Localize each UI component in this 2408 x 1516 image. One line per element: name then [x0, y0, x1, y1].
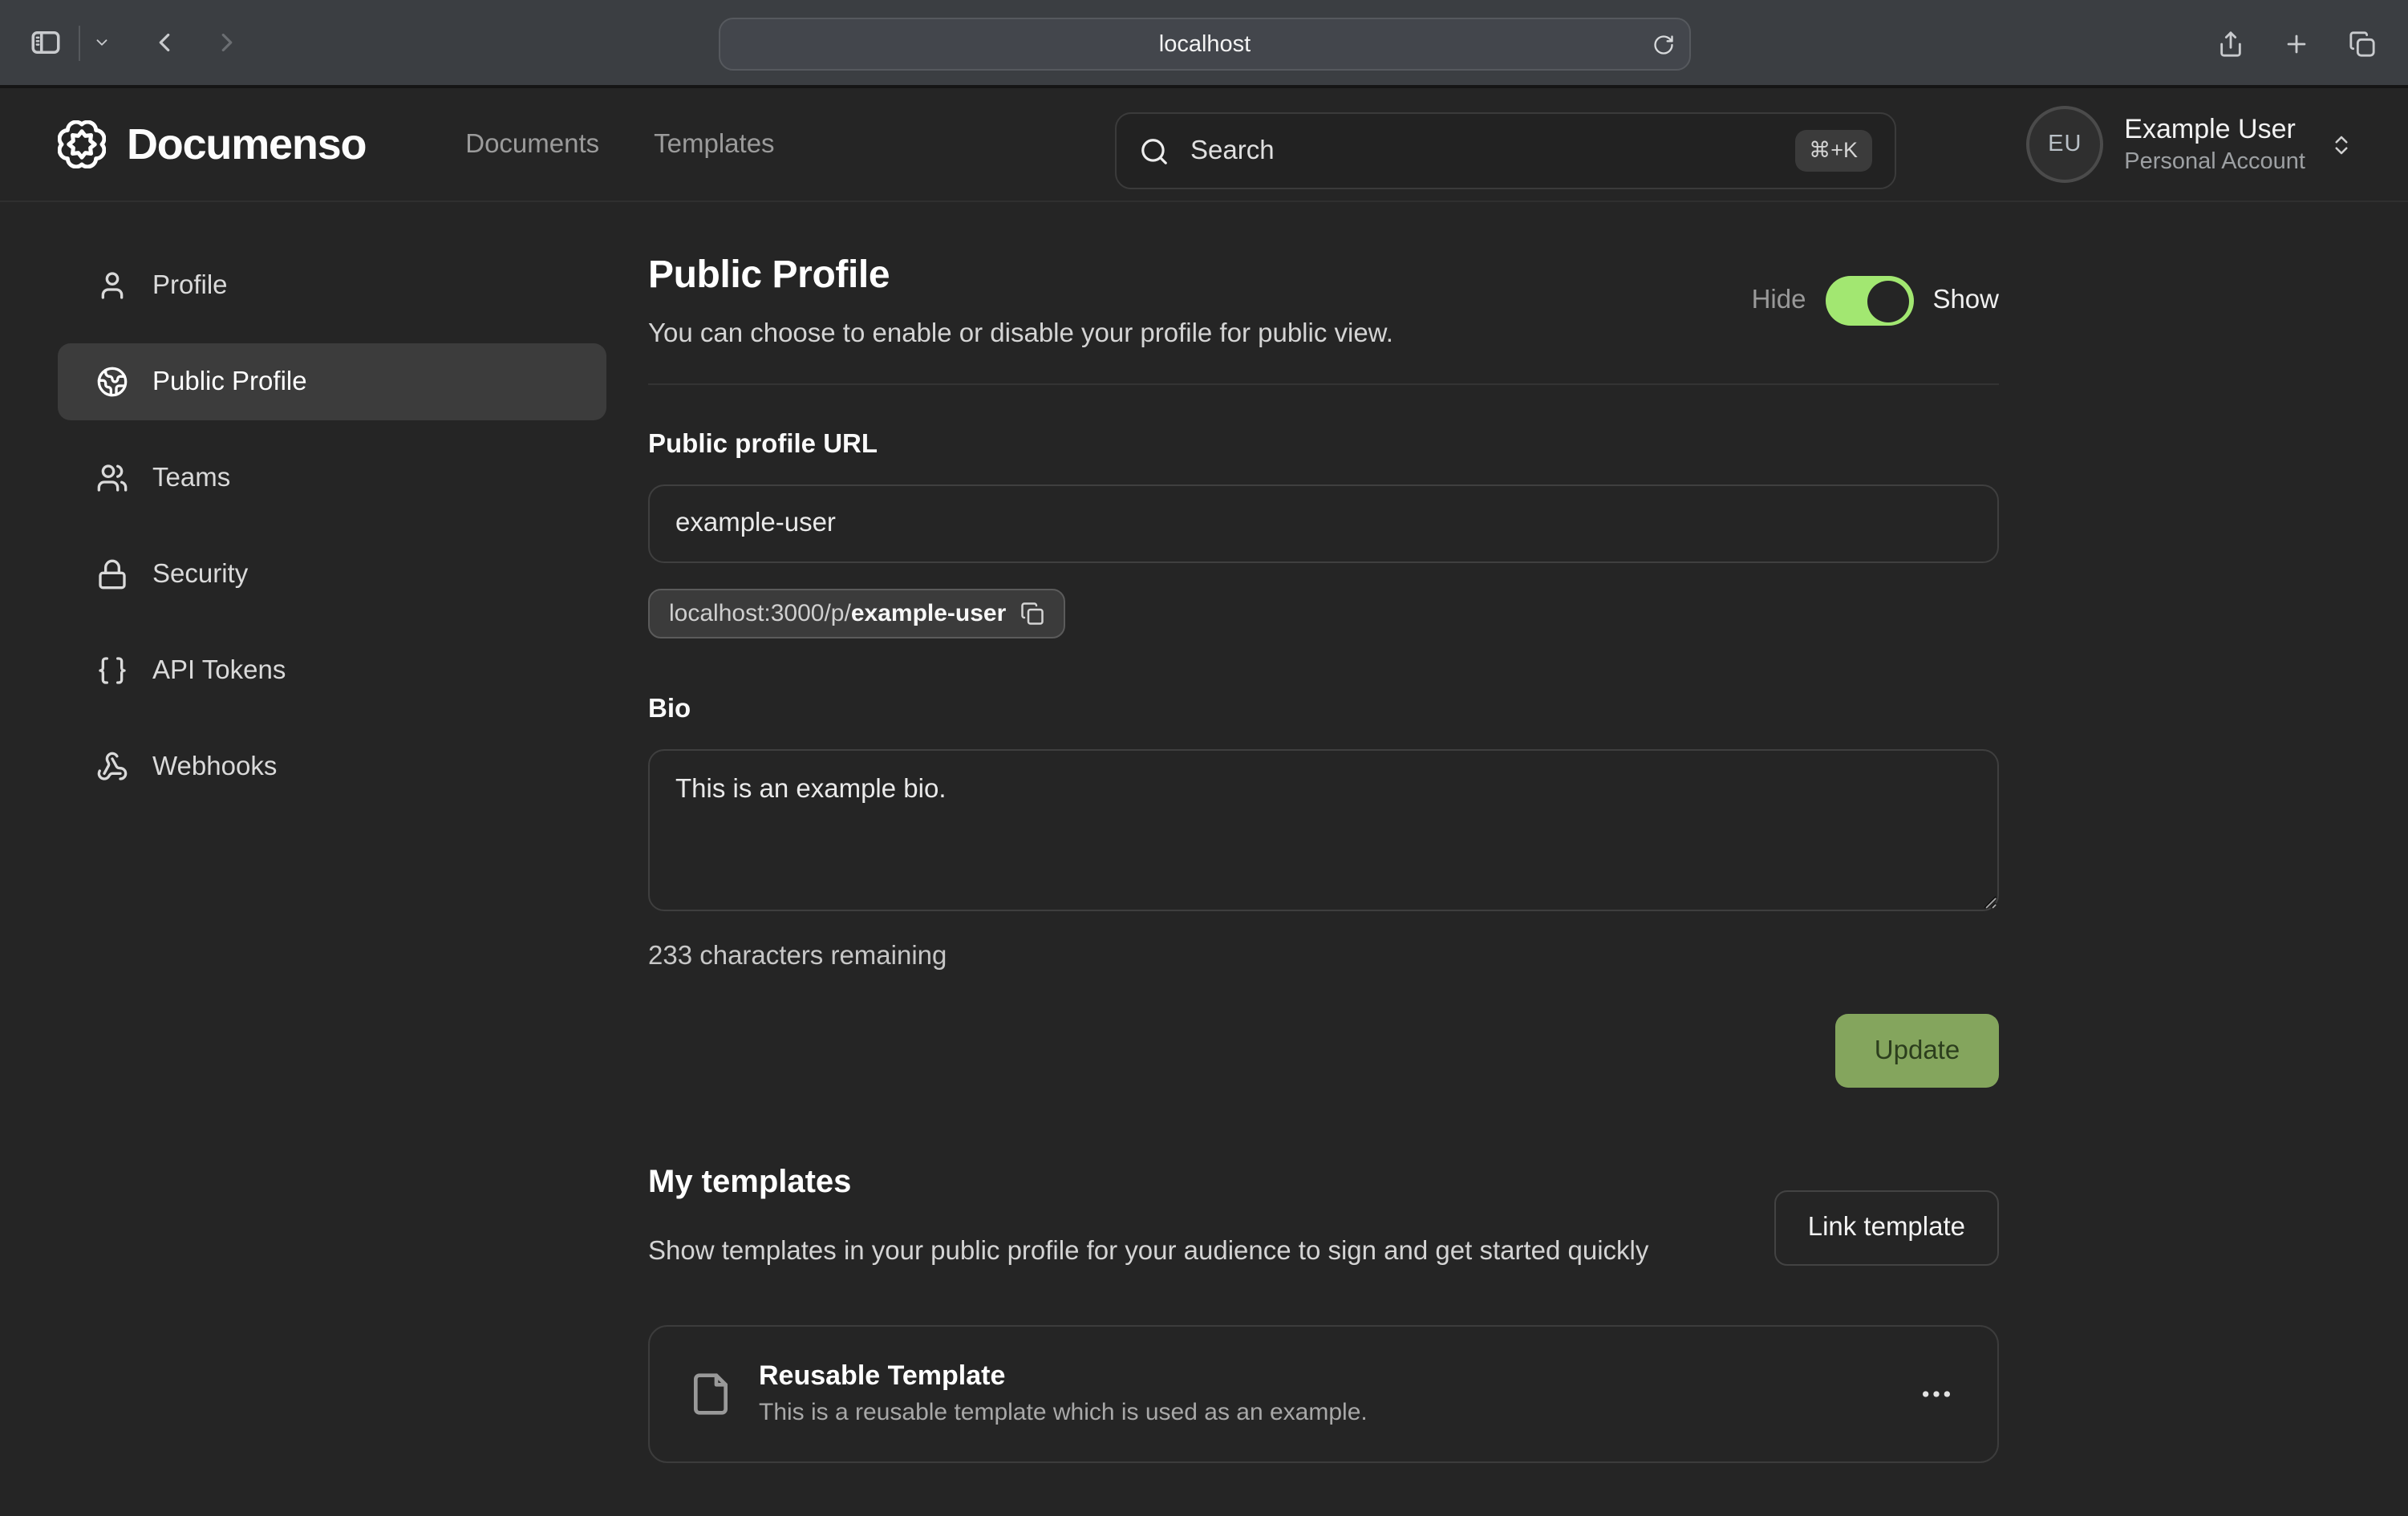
account-menu-trigger[interactable]: EU Example User Personal Account: [2026, 106, 2353, 183]
browser-toolbar: localhost: [0, 0, 2408, 88]
share-icon[interactable]: [2217, 30, 2244, 58]
file-icon: [688, 1371, 733, 1416]
user-icon: [96, 270, 128, 302]
sidebar-item-label: Teams: [152, 463, 230, 493]
copy-icon[interactable]: [1020, 602, 1044, 626]
account-name: Example User: [2124, 114, 2305, 147]
toggle-hide-label: Hide: [1752, 286, 1806, 316]
sidebar-item-label: Profile: [152, 270, 228, 301]
sidebar-item-webhooks[interactable]: Webhooks: [58, 728, 606, 805]
public-profile-url-input[interactable]: [648, 484, 1999, 563]
profile-visibility-toggle[interactable]: [1825, 276, 1913, 326]
sidebar-menu-chevron-icon[interactable]: [93, 34, 111, 51]
page-title: Public Profile: [648, 253, 1393, 298]
update-button[interactable]: Update: [1835, 1014, 1999, 1088]
sidebar-item-label: Public Profile: [152, 367, 307, 397]
avatar: EU: [2026, 106, 2103, 183]
back-icon[interactable]: [149, 27, 180, 58]
sidebar-item-public-profile[interactable]: Public Profile: [58, 343, 606, 420]
public-profile-url-label: Public profile URL: [648, 430, 1999, 460]
forward-icon[interactable]: [212, 27, 242, 58]
settings-content: Public Profile You can choose to enable …: [648, 247, 1999, 1462]
braces-icon: [96, 655, 128, 687]
search-icon: [1139, 136, 1170, 166]
page-subtitle: You can choose to enable or disable your…: [648, 319, 1393, 350]
section-divider: [648, 383, 1999, 385]
template-description: This is a reusable template which is use…: [759, 1399, 1368, 1426]
search-shortcut-badge: ⌘+K: [1794, 130, 1872, 172]
lock-icon: [96, 558, 128, 590]
users-icon: [96, 462, 128, 494]
sidebar-item-api-tokens[interactable]: API Tokens: [58, 632, 606, 709]
bio-label: Bio: [648, 695, 1999, 725]
template-menu-icon[interactable]: [1914, 1379, 1959, 1408]
globe-icon: [96, 366, 128, 398]
account-type: Personal Account: [2124, 149, 2305, 175]
sidebar-item-label: Security: [152, 559, 248, 590]
documenso-logo-icon: [58, 120, 106, 168]
bio-textarea[interactable]: This is an example bio.: [648, 749, 1999, 911]
toolbar-divider: [79, 25, 80, 60]
reload-icon[interactable]: [1652, 33, 1675, 55]
my-templates-description: Show templates in your public profile fo…: [648, 1230, 1779, 1273]
sidebar-toggle-icon[interactable]: [29, 26, 63, 59]
brand-logo[interactable]: Documenso: [58, 120, 366, 169]
new-tab-icon[interactable]: [2283, 30, 2310, 58]
search-input[interactable]: [1187, 134, 1777, 168]
sidebar-item-security[interactable]: Security: [58, 536, 606, 613]
characters-remaining: 233 characters remaining: [648, 942, 1999, 972]
sidebar-item-teams[interactable]: Teams: [58, 440, 606, 517]
template-name: Reusable Template: [759, 1360, 1368, 1392]
chevrons-up-down-icon: [2329, 132, 2353, 156]
webhook-icon: [96, 751, 128, 783]
profile-link-text: localhost:3000/p/example-user: [669, 600, 1006, 627]
search-bar[interactable]: ⌘+K: [1115, 112, 1896, 189]
settings-nav: Profile Public Profile: [58, 247, 606, 1462]
sidebar-item-label: Webhooks: [152, 752, 277, 782]
toggle-knob: [1867, 280, 1909, 322]
template-card: Reusable Template This is a reusable tem…: [648, 1324, 1999, 1462]
address-url: localhost: [1159, 31, 1251, 57]
address-bar[interactable]: localhost: [719, 18, 1691, 71]
browser-window: localhost: [0, 0, 2408, 1516]
brand-name: Documenso: [127, 120, 366, 169]
sidebar-item-profile[interactable]: Profile: [58, 247, 606, 324]
top-nav: Documents Templates: [465, 129, 774, 160]
profile-link-pill[interactable]: localhost:3000/p/example-user: [648, 589, 1065, 638]
toggle-show-label: Show: [1932, 286, 1999, 316]
sidebar-item-label: API Tokens: [152, 655, 286, 686]
app-header: Documenso Documents Templates ⌘+K EU Exa…: [0, 88, 2408, 202]
nav-templates[interactable]: Templates: [654, 129, 774, 160]
tab-overview-icon[interactable]: [2349, 30, 2376, 58]
nav-documents[interactable]: Documents: [465, 129, 599, 160]
link-template-button[interactable]: Link template: [1774, 1190, 1999, 1266]
